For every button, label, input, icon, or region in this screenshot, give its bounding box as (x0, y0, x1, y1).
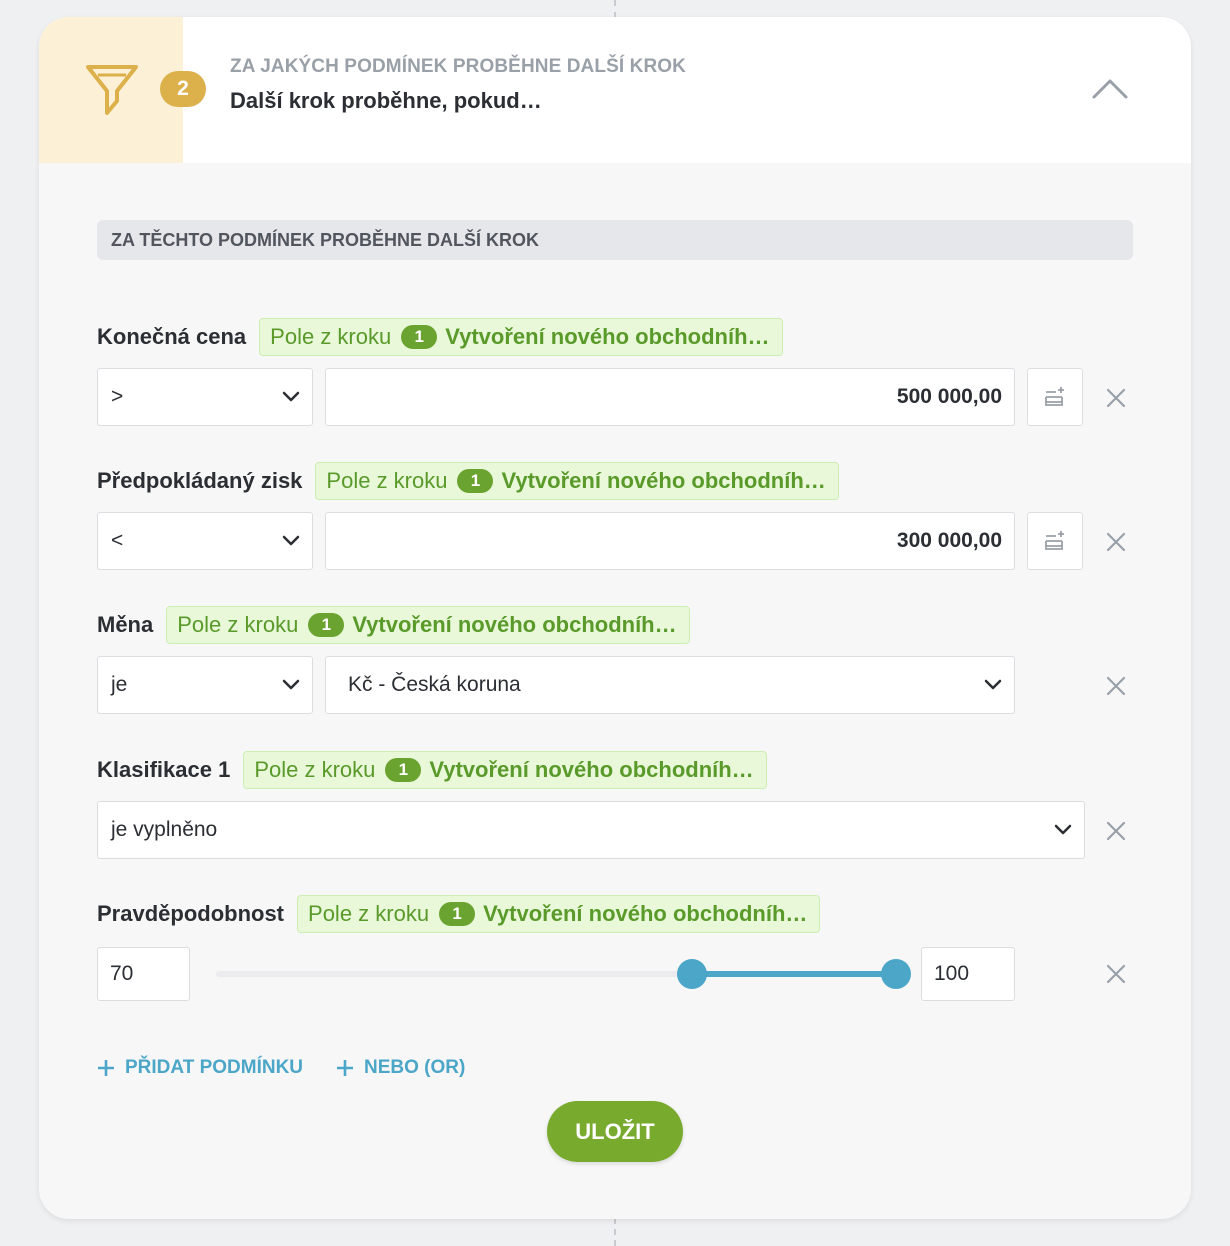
card-header: 2 ZA JAKÝCH PODMÍNEK PROBĚHNE DALŠÍ KROK… (39, 17, 1191, 163)
chip-step-badge: 1 (385, 758, 422, 782)
condition-label-row: Konečná cena Pole z kroku 1 Vytvoření no… (97, 318, 783, 356)
condition-label: Předpokládaný zisk (97, 468, 303, 493)
remove-condition-icon[interactable] (1105, 675, 1127, 697)
source-field-chip[interactable]: Pole z kroku 1 Vytvoření nového obchodní… (243, 751, 767, 789)
funnel-icon (86, 65, 138, 115)
condition-label-row: Klasifikace 1 Pole z kroku 1 Vytvoření n… (97, 751, 767, 789)
condition-label: Pravděpodobnost (97, 901, 285, 926)
chip-step-name: Vytvoření nového obchodníh… (429, 757, 754, 782)
chip-step-name: Vytvoření nového obchodníh… (501, 468, 826, 493)
operator-value: je vyplněno (111, 818, 218, 841)
range-max-input[interactable]: 100 (921, 947, 1015, 1001)
probability-slider-fill (692, 971, 896, 977)
value-text: 300 000,00 (896, 529, 1002, 552)
remove-condition-icon[interactable] (1105, 820, 1127, 842)
chip-prefix: Pole z kroku (308, 901, 430, 926)
chip-prefix: Pole z kroku (326, 468, 448, 493)
plus-icon (98, 1060, 114, 1076)
slider-max-handle[interactable] (881, 959, 911, 989)
chip-prefix: Pole z kroku (270, 324, 392, 349)
plus-icon (337, 1060, 353, 1076)
range-min-value: 70 (110, 962, 134, 985)
value-text: 500 000,00 (896, 385, 1002, 408)
connector-line-top (614, 0, 616, 18)
add-or-button[interactable]: NEBO (OR) (336, 1055, 465, 1081)
chip-step-name: Vytvoření nového obchodníh… (483, 901, 808, 926)
currency-value: Kč - Česká koruna (348, 673, 521, 696)
chip-step-badge: 1 (401, 325, 438, 349)
chip-step-badge: 1 (439, 902, 476, 926)
remove-condition-icon[interactable] (1105, 531, 1127, 553)
chip-prefix: Pole z kroku (177, 612, 299, 637)
header-subtitle: ZA JAKÝCH PODMÍNEK PROBĚHNE DALŠÍ KROK (230, 56, 686, 77)
range-max-value: 100 (934, 962, 970, 985)
condition-label: Klasifikace 1 (97, 757, 231, 782)
remove-condition-icon[interactable] (1105, 387, 1127, 409)
value-input[interactable]: 500 000,00 (325, 368, 1015, 426)
condition-label: Měna (97, 612, 154, 637)
source-field-chip[interactable]: Pole z kroku 1 Vytvoření nového obchodní… (315, 462, 839, 500)
remove-condition-icon[interactable] (1105, 963, 1127, 985)
insert-variable-icon (1045, 531, 1064, 550)
chevron-up-icon[interactable] (1091, 77, 1129, 101)
range-min-input[interactable]: 70 (97, 947, 190, 1001)
operator-value: > (111, 385, 124, 408)
chip-step-badge: 1 (457, 469, 494, 493)
chevron-down-icon (282, 535, 300, 546)
insert-variable-button[interactable] (1027, 368, 1083, 426)
chip-prefix: Pole z kroku (254, 757, 376, 782)
chip-step-name: Vytvoření nového obchodníh… (352, 612, 677, 637)
operator-select[interactable]: < (97, 512, 313, 570)
chip-step-badge: 1 (308, 613, 345, 637)
add-or-label: NEBO (OR) (364, 1057, 466, 1078)
chevron-down-icon (282, 679, 300, 690)
source-field-chip[interactable]: Pole z kroku 1 Vytvoření nového obchodní… (259, 318, 783, 356)
slider-min-handle[interactable] (677, 959, 707, 989)
connector-line-bottom (614, 1218, 616, 1246)
operator-value: < (111, 529, 124, 552)
section-title: ZA TĚCHTO PODMÍNEK PROBĚHNE DALŠÍ KROK (97, 220, 1133, 260)
insert-variable-button[interactable] (1027, 512, 1083, 570)
value-input[interactable]: 300 000,00 (325, 512, 1015, 570)
operator-select[interactable]: je vyplněno (97, 801, 1085, 859)
add-condition-label: PŘIDAT PODMÍNKU (125, 1057, 304, 1078)
operator-select[interactable]: je (97, 656, 313, 714)
operator-value: je (111, 673, 128, 696)
currency-select[interactable]: Kč - Česká koruna (325, 656, 1015, 714)
chip-step-name: Vytvoření nového obchodníh… (445, 324, 770, 349)
step-number-badge: 2 (160, 71, 206, 107)
header-title: Další krok proběhne, pokud… (230, 88, 542, 113)
insert-variable-icon (1045, 387, 1064, 406)
condition-step-card: 2 ZA JAKÝCH PODMÍNEK PROBĚHNE DALŠÍ KROK… (39, 17, 1191, 1219)
save-button[interactable]: ULOŽIT (547, 1101, 683, 1162)
chevron-down-icon (1054, 824, 1072, 835)
condition-label-row: Pravděpodobnost Pole z kroku 1 Vytvoření… (97, 895, 821, 933)
source-field-chip[interactable]: Pole z kroku 1 Vytvoření nového obchodní… (166, 606, 690, 644)
operator-select[interactable]: > (97, 368, 313, 426)
condition-label: Konečná cena (97, 324, 247, 349)
add-condition-button[interactable]: PŘIDAT PODMÍNKU (97, 1055, 303, 1081)
chevron-down-icon (282, 391, 300, 402)
condition-label-row: Měna Pole z kroku 1 Vytvoření nového obc… (97, 606, 690, 644)
chevron-down-icon (984, 679, 1002, 690)
condition-label-row: Předpokládaný zisk Pole z kroku 1 Vytvoř… (97, 462, 839, 500)
source-field-chip[interactable]: Pole z kroku 1 Vytvoření nového obchodní… (297, 895, 821, 933)
